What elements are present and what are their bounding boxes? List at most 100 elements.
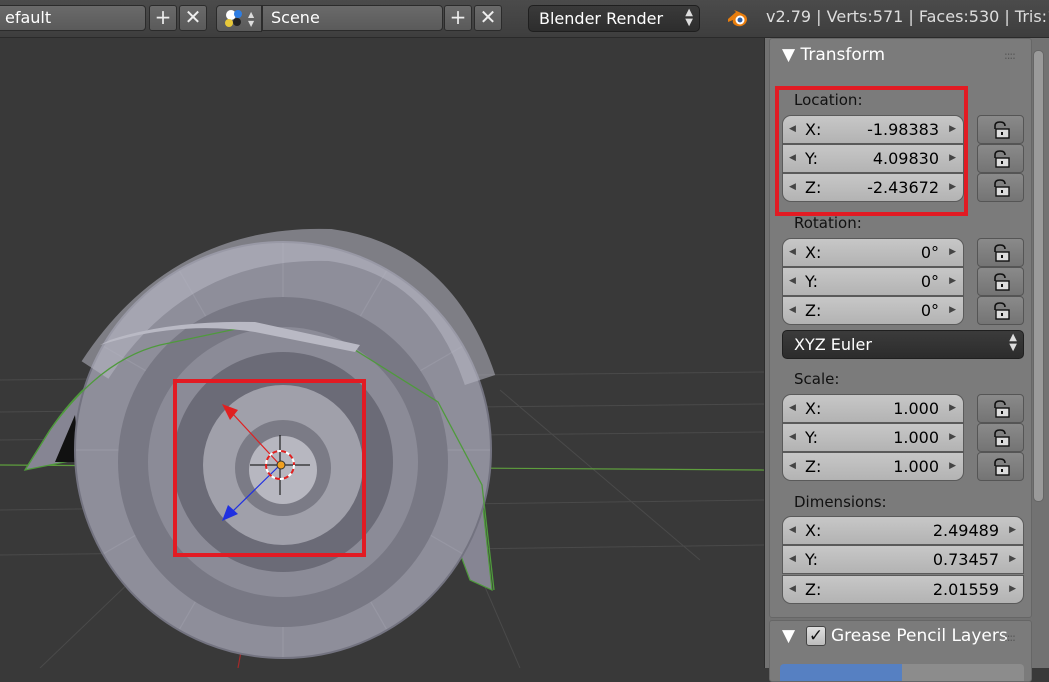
padlock-icon: [994, 244, 1010, 262]
scale-label: Scale:: [794, 370, 840, 388]
updown-arrows-icon: ▲ ▼: [685, 7, 693, 28]
padlock-icon: [994, 121, 1010, 139]
plus-icon: +: [449, 5, 467, 29]
panel-scrollbar[interactable]: [1033, 50, 1044, 502]
scene-icon: ▲ ▼: [225, 10, 255, 28]
properties-panel: ▼ Transform :::: Location: ◀ X: -1.98383…: [764, 38, 1049, 682]
lock-scale-x-button[interactable]: [977, 394, 1024, 423]
increment-arrow-icon[interactable]: ▶: [949, 453, 956, 480]
decrement-arrow-icon[interactable]: ◀: [789, 517, 796, 544]
scene-stats: v2.79 | Verts:571 | Faces:530 | Tris:1: [766, 7, 1049, 26]
render-engine-label: Blender Render: [539, 9, 664, 28]
increment-arrow-icon[interactable]: ▶: [1009, 576, 1016, 603]
scene-name: Scene: [271, 8, 320, 27]
rotation-z-field[interactable]: ◀ Z: 0° ▶: [782, 296, 964, 325]
scale-z-value: 1.000: [893, 457, 939, 476]
scene-name-field[interactable]: Scene: [262, 5, 443, 31]
increment-arrow-icon[interactable]: ▶: [949, 424, 956, 451]
grease-pencil-checkbox[interactable]: ✓: [806, 626, 826, 646]
scale-y-value: 1.000: [893, 428, 939, 447]
grease-pencil-header[interactable]: ▼: [782, 626, 795, 646]
grease-pencil-panel: ▼ ✓ Grease Pencil Layers ::::: [769, 620, 1032, 682]
axis-label: Z:: [805, 301, 822, 320]
lock-scale-z-button[interactable]: [977, 452, 1024, 481]
transform-title: Transform: [800, 45, 886, 65]
dimensions-label: Dimensions:: [794, 493, 887, 511]
remove-scene-button[interactable]: ✕: [474, 5, 502, 31]
scale-x-field[interactable]: ◀ X: 1.000 ▶: [782, 394, 964, 423]
decrement-arrow-icon[interactable]: ◀: [789, 576, 796, 603]
rotation-mode-select[interactable]: XYZ Euler ▲ ▼: [782, 330, 1024, 359]
scale-y-field[interactable]: ◀ Y: 1.000 ▶: [782, 423, 964, 452]
svg-text:▼: ▼: [248, 19, 255, 28]
axis-label: Z:: [805, 457, 822, 476]
render-engine-select[interactable]: Blender Render ▲ ▼: [528, 5, 700, 32]
add-layout-button[interactable]: +: [149, 5, 177, 31]
decrement-arrow-icon[interactable]: ◀: [789, 395, 796, 422]
scale-z-field[interactable]: ◀ Z: 1.000 ▶: [782, 452, 964, 481]
dimensions-x-field[interactable]: ◀ X: 2.49489 ▶: [782, 516, 1024, 545]
screen-layout-name: efault: [5, 8, 52, 27]
axis-label: X:: [805, 399, 822, 418]
rotation-y-value: 0°: [920, 272, 939, 291]
svg-text:▲: ▲: [248, 10, 255, 19]
padlock-icon: [994, 302, 1010, 320]
lock-location-z-button[interactable]: [977, 173, 1024, 202]
blender-logo-icon: [728, 10, 747, 27]
top-header: efault + ✕ ▲ ▼ Scene + ✕ Blender Render …: [0, 0, 1049, 38]
checkmark-icon: ✓: [808, 626, 824, 646]
decrement-arrow-icon[interactable]: ◀: [789, 546, 796, 573]
layer-tab-active[interactable]: [780, 664, 902, 681]
increment-arrow-icon[interactable]: ▶: [1009, 517, 1016, 544]
padlock-icon: [994, 273, 1010, 291]
3d-viewport[interactable]: [0, 38, 764, 668]
viewport-scene: [0, 228, 764, 668]
axis-label: Y:: [805, 272, 819, 291]
screen-layout-field[interactable]: efault: [0, 5, 146, 31]
scale-x-value: 1.000: [893, 399, 939, 418]
padlock-icon: [994, 458, 1010, 476]
increment-arrow-icon[interactable]: ▶: [949, 395, 956, 422]
increment-arrow-icon[interactable]: ▶: [949, 297, 956, 324]
grease-pencil-title: Grease Pencil Layers: [831, 626, 1008, 646]
collapse-triangle-icon: ▼: [782, 45, 796, 65]
lock-rotation-z-button[interactable]: [977, 296, 1024, 325]
transform-header[interactable]: ▼ Transform: [782, 45, 885, 65]
layer-tab[interactable]: [902, 664, 1024, 681]
dimensions-z-field[interactable]: ◀ Z: 2.01559 ▶: [782, 575, 1024, 604]
close-icon: ✕: [479, 5, 497, 29]
lock-location-x-button[interactable]: [977, 115, 1024, 144]
dimensions-z-value: 2.01559: [932, 580, 999, 599]
decrement-arrow-icon[interactable]: ◀: [789, 424, 796, 451]
increment-arrow-icon[interactable]: ▶: [1009, 546, 1016, 573]
padlock-icon: [994, 179, 1010, 197]
axis-label: Y:: [805, 550, 819, 569]
padlock-icon: [994, 400, 1010, 418]
location-highlight-box: [775, 86, 968, 216]
decrement-arrow-icon[interactable]: ◀: [789, 453, 796, 480]
increment-arrow-icon[interactable]: ▶: [949, 239, 956, 266]
lock-scale-y-button[interactable]: [977, 423, 1024, 452]
remove-layout-button[interactable]: ✕: [179, 5, 207, 31]
rotation-y-field[interactable]: ◀ Y: 0° ▶: [782, 267, 964, 296]
lock-rotation-x-button[interactable]: [977, 238, 1024, 267]
axis-label: Z:: [805, 580, 822, 599]
rotation-x-field[interactable]: ◀ X: 0° ▶: [782, 238, 964, 267]
lock-rotation-y-button[interactable]: [977, 267, 1024, 296]
increment-arrow-icon[interactable]: ▶: [949, 268, 956, 295]
dimensions-y-value: 0.73457: [932, 550, 999, 569]
lock-location-y-button[interactable]: [977, 144, 1024, 173]
drag-grip-icon[interactable]: ::::: [1004, 631, 1016, 644]
padlock-icon: [994, 429, 1010, 447]
cursor-highlight-box: [173, 379, 366, 557]
scene-browse-button[interactable]: ▲ ▼: [216, 5, 262, 32]
axis-label: Y:: [805, 428, 819, 447]
dimensions-y-field[interactable]: ◀ Y: 0.73457 ▶: [782, 545, 1024, 574]
updown-arrows-icon: ▲ ▼: [1009, 332, 1017, 353]
decrement-arrow-icon[interactable]: ◀: [789, 239, 796, 266]
decrement-arrow-icon[interactable]: ◀: [789, 297, 796, 324]
drag-grip-icon[interactable]: ::::: [1004, 49, 1016, 62]
decrement-arrow-icon[interactable]: ◀: [789, 268, 796, 295]
add-scene-button[interactable]: +: [444, 5, 472, 31]
axis-label: X:: [805, 243, 822, 262]
